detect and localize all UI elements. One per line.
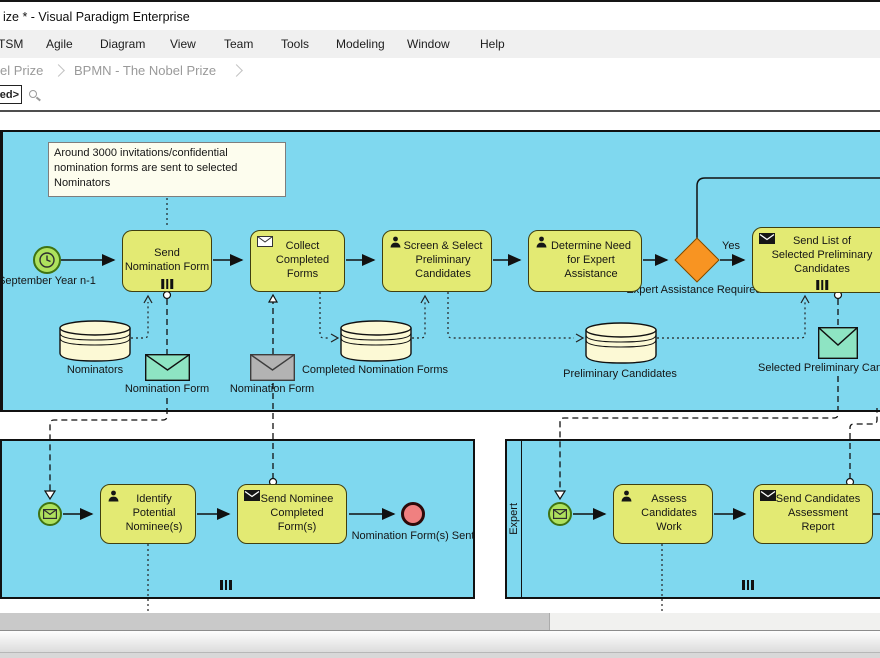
datastore-completed-forms-label: Completed Nomination Forms bbox=[302, 364, 448, 376]
menu-item-agile[interactable]: Agile bbox=[46, 37, 73, 51]
menu-item-team[interactable]: Team bbox=[224, 37, 253, 51]
multi-instance-icon bbox=[220, 580, 232, 590]
task-send-nominee-completed-forms[interactable]: Send Nominee Completed Form(s) bbox=[237, 484, 347, 544]
user-icon bbox=[389, 236, 402, 248]
clock-icon bbox=[38, 251, 56, 269]
send-message-icon bbox=[759, 233, 775, 244]
envelope-icon bbox=[43, 509, 57, 519]
menu-item-tsm[interactable]: TSM bbox=[0, 37, 23, 51]
scrollbar-thumb[interactable] bbox=[0, 613, 550, 630]
horizontal-scrollbar[interactable] bbox=[0, 613, 880, 630]
message-start-event-expert[interactable] bbox=[548, 502, 572, 526]
gateway-label: Expert Assistance Required? bbox=[626, 284, 767, 296]
task-label: Send List of Selected Preliminary Candid… bbox=[772, 235, 873, 276]
menu-item-window[interactable]: Window bbox=[407, 37, 450, 51]
message-nomination-form-teal-label: Nomination Form bbox=[125, 383, 209, 395]
task-label: Identify Potential Nominee(s) bbox=[126, 493, 183, 534]
user-icon bbox=[107, 490, 120, 502]
chevron-right-icon bbox=[52, 64, 65, 77]
menu-item-tools[interactable]: Tools bbox=[281, 37, 309, 51]
toolbar: ied> bbox=[0, 84, 880, 108]
user-icon bbox=[535, 236, 548, 248]
breadcrumb-item-prize[interactable]: el Prize bbox=[0, 63, 43, 78]
title-bar: ize * - Visual Paradigm Enterprise bbox=[0, 0, 880, 30]
timer-start-event[interactable] bbox=[33, 246, 61, 274]
datastore-nominators[interactable] bbox=[59, 320, 131, 367]
send-message-icon bbox=[760, 490, 776, 501]
message-nomination-form-gray-label: Nomination Form bbox=[230, 383, 314, 395]
task-label: Assess Candidates Work bbox=[641, 493, 697, 534]
message-selected-preliminary-candidates-label: Selected Preliminary Candidates bbox=[758, 362, 880, 374]
message-start-event-nominator[interactable] bbox=[38, 502, 62, 526]
send-message-icon bbox=[244, 490, 260, 501]
status-bar bbox=[0, 630, 880, 652]
task-send-nomination-form[interactable]: Send Nomination Form bbox=[122, 230, 212, 292]
datastore-preliminary-candidates[interactable] bbox=[585, 322, 657, 369]
task-send-list-selected-preliminary-candidates[interactable]: Send List of Selected Preliminary Candid… bbox=[752, 227, 880, 293]
message-selected-preliminary-candidates[interactable] bbox=[818, 327, 858, 364]
user-icon bbox=[620, 490, 633, 502]
task-determine-need-for-expert-assistance[interactable]: Determine Need for Expert Assistance bbox=[528, 230, 642, 292]
task-label: Send Candidates Assessment Report bbox=[776, 493, 860, 534]
message-nomination-form-teal[interactable] bbox=[145, 354, 190, 386]
menu-item-diagram[interactable]: Diagram bbox=[100, 37, 145, 51]
application-window: ize * - Visual Paradigm Enterprise TSM A… bbox=[0, 0, 880, 658]
multi-instance-icon bbox=[742, 580, 754, 590]
multi-instance-icon bbox=[816, 280, 828, 290]
task-label: Determine Need for Expert Assistance bbox=[551, 240, 631, 281]
pool-expert-label-band: Expert bbox=[507, 441, 522, 597]
task-screen-select-preliminary-candidates[interactable]: Screen & Select Preliminary Candidates bbox=[382, 230, 492, 292]
menu-item-modeling[interactable]: Modeling bbox=[336, 37, 385, 51]
annotation-note[interactable]: Around 3000 invitations/confidential nom… bbox=[48, 142, 286, 197]
diagram-canvas[interactable]: Expert bbox=[0, 110, 880, 613]
task-send-candidates-assessment-report[interactable]: Send Candidates Assessment Report bbox=[753, 484, 873, 544]
task-assess-candidates-work[interactable]: Assess Candidates Work bbox=[613, 484, 713, 544]
window-title: ize * - Visual Paradigm Enterprise bbox=[3, 10, 190, 24]
breadcrumb-item-bpmn[interactable]: BPMN - The Nobel Prize bbox=[74, 63, 216, 78]
datastore-completed-nomination-forms[interactable] bbox=[340, 320, 412, 367]
multi-instance-icon bbox=[161, 279, 173, 289]
task-label: Screen & Select Preliminary Candidates bbox=[404, 240, 483, 281]
task-label: Send Nominee Completed Form(s) bbox=[261, 493, 334, 534]
pool-expert-label: Expert bbox=[508, 503, 520, 535]
breadcrumb: el Prize BPMN - The Nobel Prize bbox=[0, 58, 880, 84]
end-event[interactable] bbox=[401, 502, 425, 526]
end-event-label: Nomination Form(s) Sent bbox=[352, 530, 475, 542]
task-identify-potential-nominees[interactable]: Identify Potential Nominee(s) bbox=[100, 484, 196, 544]
chevron-right-icon bbox=[230, 64, 243, 77]
window-bottom-edge bbox=[0, 652, 880, 658]
task-label: Send Nomination Form bbox=[125, 247, 209, 275]
gateway-yes-label: Yes bbox=[722, 240, 740, 252]
datastore-nominators-label: Nominators bbox=[67, 364, 123, 376]
menu-item-help[interactable]: Help bbox=[480, 37, 505, 51]
magnifier-icon[interactable] bbox=[29, 90, 37, 98]
timer-start-label: September Year n-1 bbox=[0, 275, 96, 287]
datastore-preliminary-candidates-label: Preliminary Candidates bbox=[563, 368, 677, 380]
stereotype-combo[interactable]: ied> bbox=[0, 85, 22, 104]
menu-bar: TSM Agile Diagram View Team Tools Modeli… bbox=[0, 30, 880, 58]
message-nomination-form-gray[interactable] bbox=[250, 354, 295, 386]
task-collect-completed-forms[interactable]: Collect Completed Forms bbox=[250, 230, 345, 292]
envelope-icon bbox=[553, 509, 567, 519]
task-label: Collect Completed Forms bbox=[276, 240, 329, 281]
menu-item-view[interactable]: View bbox=[170, 37, 196, 51]
receive-message-icon bbox=[257, 236, 273, 247]
